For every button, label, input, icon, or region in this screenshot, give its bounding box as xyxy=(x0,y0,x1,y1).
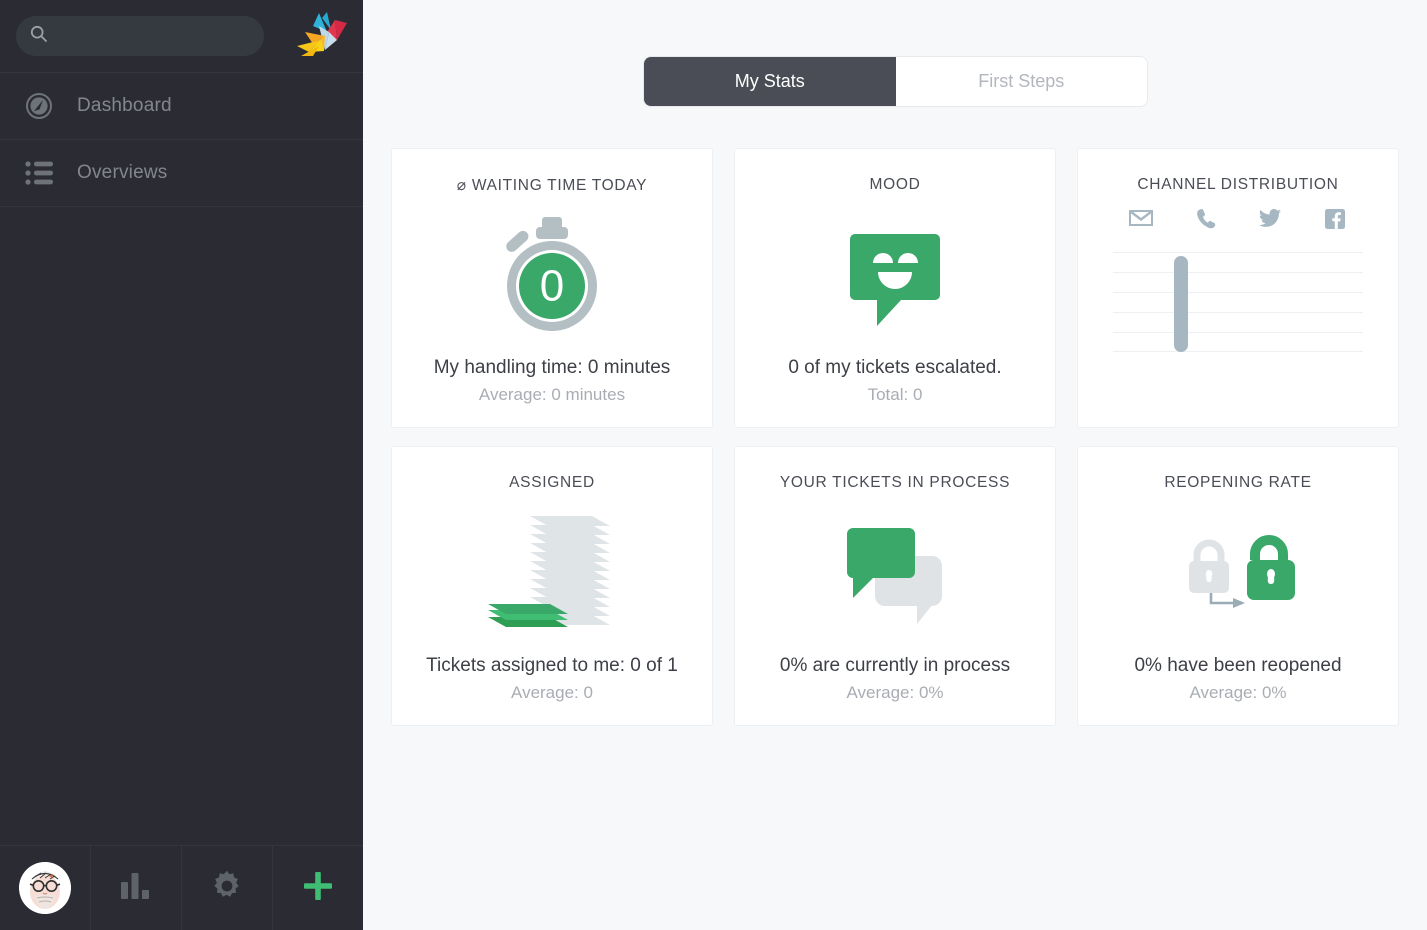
speedometer-icon xyxy=(20,87,58,125)
card-waiting-time: ⌀ WAITING TIME TODAY 0 My handling time:… xyxy=(391,148,713,428)
card-channel-distribution: CHANNEL DISTRIBUTION xyxy=(1077,148,1399,428)
paper-stack-icon xyxy=(392,492,712,655)
main-content: My Stats First Steps ⌀ WAITING TIME TODA… xyxy=(363,0,1427,930)
search-input[interactable] xyxy=(57,28,250,44)
settings-button[interactable] xyxy=(182,846,273,930)
email-icon xyxy=(1121,208,1161,230)
sidebar-item-overviews[interactable]: Overviews xyxy=(0,140,363,207)
card-title: CHANNEL DISTRIBUTION xyxy=(1137,176,1339,193)
card-title: MOOD xyxy=(869,176,921,193)
plus-icon xyxy=(301,869,335,908)
twitter-icon xyxy=(1250,208,1290,230)
closed-lock-icon xyxy=(1189,539,1229,593)
bar-email xyxy=(1121,252,1161,352)
bar-facebook xyxy=(1241,252,1281,352)
bar-phone xyxy=(1161,252,1201,352)
channel-bars xyxy=(1113,252,1363,352)
card-title: ⌀ WAITING TIME TODAY xyxy=(456,177,648,194)
card-secondary-text: Average: 0 xyxy=(511,683,593,702)
add-button[interactable] xyxy=(273,846,363,930)
origami-bird-logo xyxy=(291,10,351,62)
sidebar-bottom-bar xyxy=(0,845,363,930)
card-title: ASSIGNED xyxy=(509,474,595,491)
facebook-icon xyxy=(1315,208,1355,230)
channel-bar-chart xyxy=(1078,194,1398,427)
sidebar-item-label: Overviews xyxy=(77,162,168,183)
search-icon xyxy=(30,25,48,48)
arrow-icon xyxy=(1209,592,1245,608)
sidebar-item-label: Dashboard xyxy=(77,95,172,116)
card-mood: MOOD 0 of my tickets escalated. Total: 0 xyxy=(734,148,1056,428)
reports-button[interactable] xyxy=(91,846,182,930)
open-lock-icon xyxy=(1247,534,1295,600)
avatar-button[interactable] xyxy=(0,846,91,930)
tab-my-stats[interactable]: My Stats xyxy=(644,57,896,106)
card-secondary-text: Average: 0 minutes xyxy=(478,385,626,404)
card-primary-text: 0 of my tickets escalated. xyxy=(788,357,1002,378)
sidebar-item-dashboard[interactable]: Dashboard xyxy=(0,73,363,140)
phone-icon xyxy=(1186,208,1226,230)
sidebar-header xyxy=(0,0,363,73)
card-reopening-rate: REOPENING RATE 0% have been reopened Ave… xyxy=(1077,446,1399,726)
stats-card-grid: ⌀ WAITING TIME TODAY 0 My handling time:… xyxy=(391,148,1401,726)
card-primary-text: My handling time: 0 minutes xyxy=(433,357,671,378)
lock-to-unlock-icon xyxy=(1078,492,1398,655)
card-assigned: ASSIGNED Tickets assigned to me: 0 of 1 … xyxy=(391,446,713,726)
card-title: REOPENING RATE xyxy=(1164,474,1312,491)
stopwatch-icon: 0 xyxy=(392,195,712,357)
search-box[interactable] xyxy=(16,16,264,56)
channel-icon-row xyxy=(1113,208,1363,230)
card-secondary-text: Average: 0% xyxy=(1189,683,1287,702)
tab-bar: My Stats First Steps xyxy=(644,57,1147,106)
bar-twitter xyxy=(1201,252,1241,352)
bar-chart-icon xyxy=(119,871,153,906)
sidebar: Dashboard Overviews xyxy=(0,0,363,930)
list-icon xyxy=(20,154,58,192)
card-primary-text: Tickets assigned to me: 0 of 1 xyxy=(426,655,678,676)
gear-icon xyxy=(210,869,244,908)
card-tickets-in-process: YOUR TICKETS IN PROCESS 0% are currently xyxy=(734,446,1056,726)
channel-plot-area xyxy=(1113,252,1363,352)
card-secondary-text: Total: 0 xyxy=(867,385,923,404)
stopwatch-value: 0 xyxy=(540,262,564,311)
card-primary-text: 0% have been reopened xyxy=(1134,655,1342,676)
avatar xyxy=(19,862,71,914)
app-root: Dashboard Overviews My Stats First Steps… xyxy=(0,0,1427,930)
smiley-speech-bubble-icon xyxy=(735,194,1055,357)
tab-first-steps[interactable]: First Steps xyxy=(895,57,1147,106)
